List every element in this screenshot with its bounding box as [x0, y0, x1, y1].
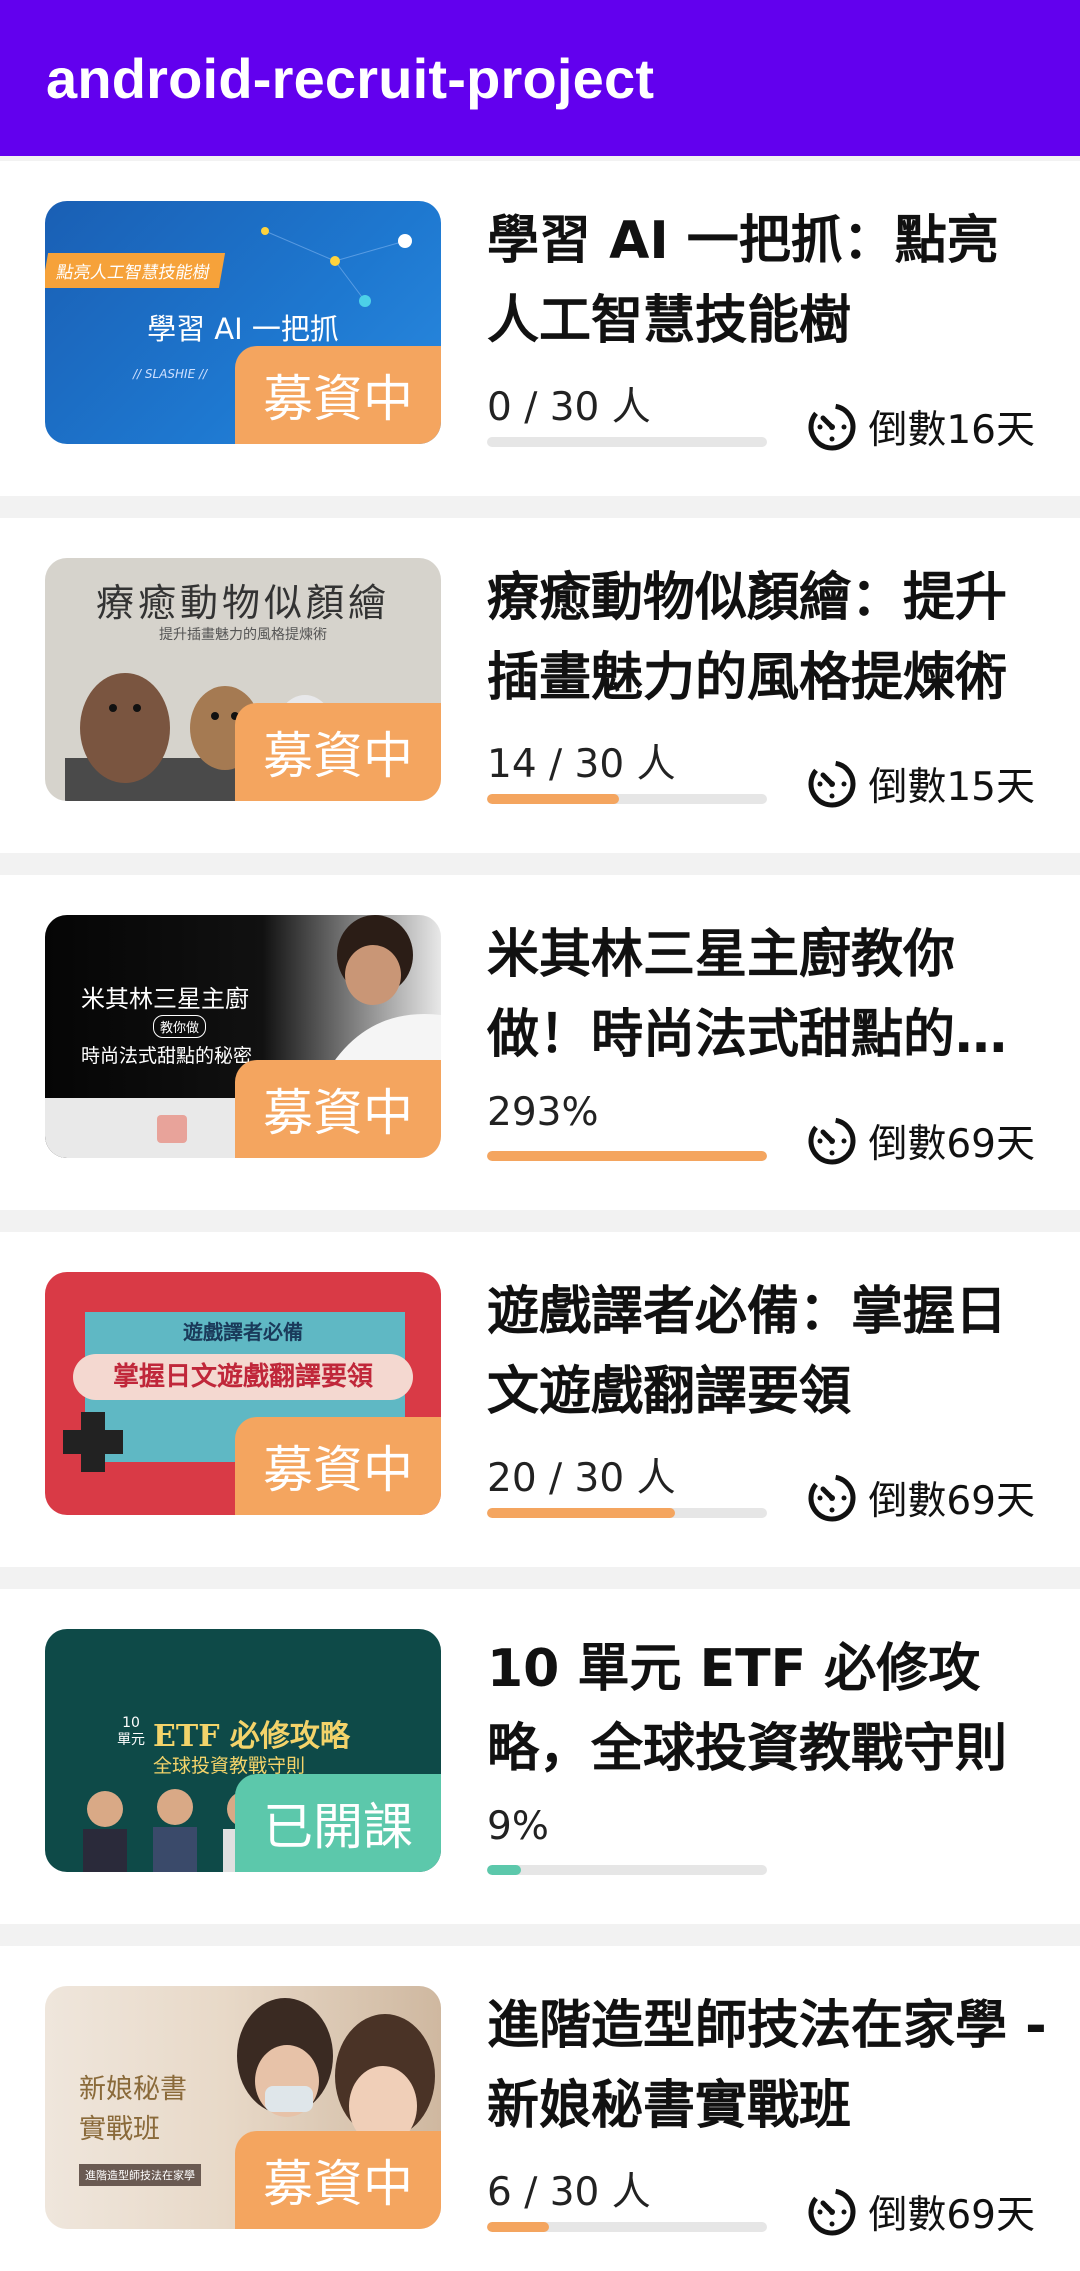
course-thumbnail: ETF 必修攻略 全球投資教戰守則 10單元 已開課	[45, 1629, 441, 1872]
course-title: 學習 AI 一把抓：點亮人工智慧技能樹	[487, 211, 999, 351]
thumbnail-tag: 遊戲譯者必備	[183, 1320, 303, 1344]
network-graphic	[261, 227, 412, 307]
countdown-text: 倒數16天	[868, 408, 1035, 453]
course-card[interactable]: 遊戲譯者必備 掌握日文遊戲翻譯要領 募資中 遊戲譯者必備：掌握日文遊戲翻譯要領 …	[0, 1232, 1080, 1567]
dessert-icon	[157, 1115, 187, 1143]
thumbnail-tag: 點亮人工智慧技能樹	[45, 253, 226, 288]
progress-fill	[487, 794, 619, 804]
countdown: 倒數69天	[806, 1113, 1035, 1169]
course-card[interactable]: 點亮人工智慧技能樹 學習 AI 一把抓 // SLASHIE // 募資中 學習…	[0, 161, 1080, 496]
progress-bar	[487, 1151, 767, 1161]
status-badge: 募資中	[235, 703, 441, 801]
timer-icon	[808, 760, 856, 808]
status-badge: 已開課	[235, 1774, 441, 1872]
progress-bar	[487, 1508, 767, 1518]
countdown: 倒數69天	[806, 1470, 1035, 1526]
course-title: 療癒動物似顏繪：提升插畫魅力的風格提煉術	[487, 568, 1008, 708]
app-bar: android-recruit-project	[0, 0, 1080, 156]
thumbnail-heading: 新娘秘書 實戰班	[79, 2070, 187, 2150]
thumbnail-tag: 進階造型師技法在家學	[79, 2164, 201, 2186]
thumbnail-heading: ETF 必修攻略	[153, 1719, 350, 1754]
progress-text: 20 / 30 人	[487, 1456, 676, 1501]
status-badge: 募資中	[235, 346, 441, 444]
thumbnail-heading: 療癒動物似顏繪	[95, 581, 390, 625]
course-list[interactable]: 點亮人工智慧技能樹 學習 AI 一把抓 // SLASHIE // 募資中 學習…	[0, 161, 1080, 2271]
course-title: 米其林三星主廚教你做！時尚法式甜點的秘密	[487, 925, 1008, 1065]
countdown: 倒數15天	[806, 756, 1035, 812]
progress-fill	[487, 2222, 549, 2232]
countdown: 倒數16天	[806, 399, 1035, 455]
progress-bar	[487, 794, 767, 804]
thumbnail-tag: 10單元	[117, 1715, 145, 1748]
course-thumbnail: 遊戲譯者必備 掌握日文遊戲翻譯要領 募資中	[45, 1272, 441, 1515]
progress-text: 0 / 30 人	[487, 385, 651, 430]
timer-icon	[808, 403, 856, 451]
thumbnail-heading: 米其林三星主廚	[81, 985, 249, 1013]
countdown-text: 倒數15天	[868, 765, 1035, 810]
countdown-text: 倒數69天	[868, 2193, 1035, 2238]
thumbnail-subheading: 提升插畫魅力的風格提煉術	[159, 627, 327, 643]
app-title: android-recruit-project	[46, 46, 655, 110]
course-thumbnail: 米其林三星主廚 教你做 時尚法式甜點的秘密 募資中	[45, 915, 441, 1158]
course-thumbnail: 新娘秘書 實戰班 進階造型師技法在家學 募資中	[45, 1986, 441, 2229]
course-title: 進階造型師技法在家學 - 新娘秘書實戰班	[487, 1996, 1047, 2136]
thumbnail-heading: 掌握日文遊戲翻譯要領	[73, 1354, 413, 1400]
status-badge: 募資中	[235, 1417, 441, 1515]
progress-bar	[487, 1865, 767, 1875]
course-card[interactable]: 米其林三星主廚 教你做 時尚法式甜點的秘密 募資中 米其林三星主廚教你做！時尚法…	[0, 875, 1080, 1210]
thumbnail-heading-line: 實戰班	[79, 2114, 160, 2145]
course-card[interactable]: 新娘秘書 實戰班 進階造型師技法在家學 募資中 進階造型師技法在家學 - 新娘秘…	[0, 1946, 1080, 2271]
status-badge: 募資中	[235, 1060, 441, 1158]
progress-text: 6 / 30 人	[487, 2170, 651, 2215]
timer-icon	[808, 2188, 856, 2236]
progress-bar	[487, 437, 767, 447]
course-title: 10 單元 ETF 必修攻略，全球投資教戰守則	[487, 1639, 1008, 1779]
thumbnail-heading-line: 新娘秘書	[79, 2074, 187, 2105]
gamepad-icon	[63, 1412, 123, 1472]
progress-fill	[487, 1508, 675, 1518]
countdown: 倒數69天	[806, 2184, 1035, 2240]
progress-text: 14 / 30 人	[487, 742, 676, 787]
course-title: 遊戲譯者必備：掌握日文遊戲翻譯要領	[487, 1282, 1008, 1422]
progress-text: 293%	[487, 1090, 599, 1135]
timer-icon	[808, 1117, 856, 1165]
countdown-text: 倒數69天	[868, 1479, 1035, 1524]
thumbnail-subheading: 時尚法式甜點的秘密	[81, 1045, 253, 1067]
course-thumbnail: 療癒動物似顏繪 提升插畫魅力的風格提煉術 募資中	[45, 558, 441, 801]
progress-bar	[487, 2222, 767, 2232]
progress-text: 9%	[487, 1804, 549, 1849]
course-card[interactable]: ETF 必修攻略 全球投資教戰守則 10單元 已開課 10 單元 ETF 必修攻…	[0, 1589, 1080, 1924]
thumbnail-brand: // SLASHIE //	[133, 367, 208, 381]
status-badge: 募資中	[235, 2131, 441, 2229]
thumbnail-tag: 教你做	[153, 1015, 207, 1038]
course-card[interactable]: 療癒動物似顏繪 提升插畫魅力的風格提煉術 募資中 療癒動物似顏繪：提升插畫魅力的…	[0, 518, 1080, 853]
timer-icon	[808, 1474, 856, 1522]
countdown-text: 倒數69天	[868, 1122, 1035, 1167]
course-thumbnail: 點亮人工智慧技能樹 學習 AI 一把抓 // SLASHIE // 募資中	[45, 201, 441, 444]
progress-fill	[487, 1865, 521, 1875]
progress-fill	[487, 1151, 767, 1161]
